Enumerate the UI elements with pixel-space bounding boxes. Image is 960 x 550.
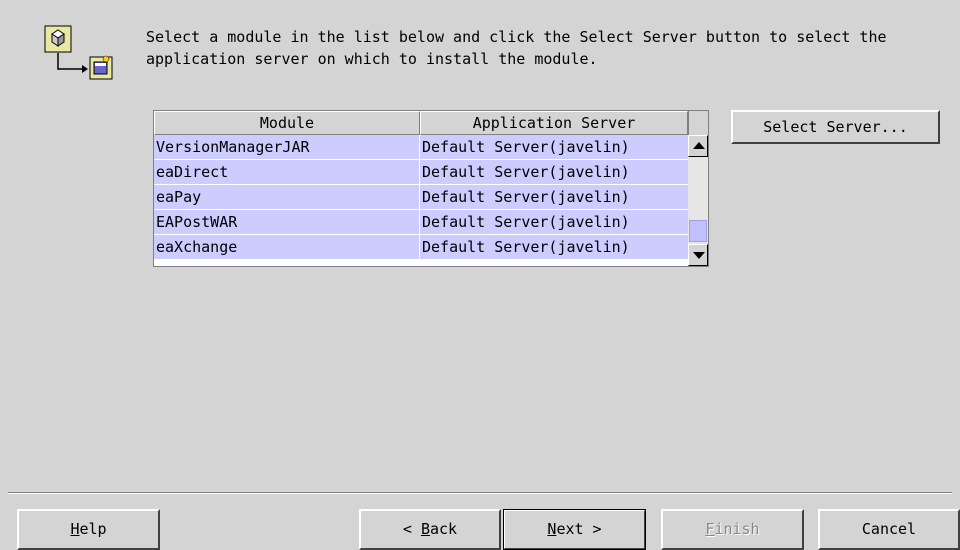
arrow-down-icon <box>693 252 705 259</box>
table-row[interactable]: VersionManagerJAR Default Server(javelin… <box>154 135 688 160</box>
scroll-down-button[interactable] <box>688 244 708 266</box>
help-label-rest: elp <box>79 520 107 538</box>
module-cell: EAPostWAR <box>154 210 420 234</box>
module-cell: VersionManagerJAR <box>154 135 420 159</box>
table-header: Module Application Server <box>154 111 688 135</box>
back-label-rest: ack <box>430 520 458 538</box>
module-cell: eaDirect <box>154 160 420 184</box>
scroll-track[interactable] <box>688 157 708 244</box>
instruction-text: Select a module in the list below and cl… <box>146 28 887 68</box>
scrollbar-corner <box>688 111 708 135</box>
next-button[interactable]: Next > <box>503 509 646 550</box>
cancel-button[interactable]: Cancel <box>818 509 960 550</box>
back-prefix: < <box>402 520 421 538</box>
column-header-application-server[interactable]: Application Server <box>420 111 688 135</box>
table-row[interactable]: EAPostWAR Default Server(javelin) <box>154 210 688 235</box>
module-server-table[interactable]: Module Application Server VersionManager… <box>153 110 709 267</box>
scroll-up-button[interactable] <box>688 135 708 157</box>
table-row[interactable]: eaXchange Default Server(javelin) <box>154 235 688 260</box>
arrow-up-icon <box>693 142 705 149</box>
table-body: VersionManagerJAR Default Server(javelin… <box>154 135 688 260</box>
server-cell: Default Server(javelin) <box>422 138 630 156</box>
separator-line <box>8 492 952 494</box>
module-to-server-icon <box>44 25 114 85</box>
finish-button[interactable]: Finish <box>661 509 804 550</box>
server-cell: Default Server(javelin) <box>422 213 630 231</box>
module-box-icon <box>44 25 72 53</box>
help-button[interactable]: Help <box>17 509 160 550</box>
table-row[interactable]: eaDirect Default Server(javelin) <box>154 160 688 185</box>
vertical-scrollbar[interactable] <box>688 111 708 266</box>
module-cell: eaXchange <box>154 235 420 259</box>
server-cell: Default Server(javelin) <box>422 188 630 206</box>
back-button[interactable]: < Back <box>359 509 501 550</box>
scroll-thumb[interactable] <box>689 220 707 242</box>
module-cell: eaPay <box>154 185 420 209</box>
select-server-button[interactable]: Select Server... <box>731 110 940 144</box>
column-header-module[interactable]: Module <box>154 111 420 135</box>
finish-label-rest: inish <box>714 520 760 538</box>
application-server-icon <box>89 55 113 80</box>
server-cell: Default Server(javelin) <box>422 238 630 256</box>
back-mnemonic: B <box>420 520 430 538</box>
server-cell: Default Server(javelin) <box>422 163 630 181</box>
table-row[interactable]: eaPay Default Server(javelin) <box>154 185 688 210</box>
next-label-rest: ext > <box>556 520 602 538</box>
arrow-connector-icon <box>57 53 88 73</box>
